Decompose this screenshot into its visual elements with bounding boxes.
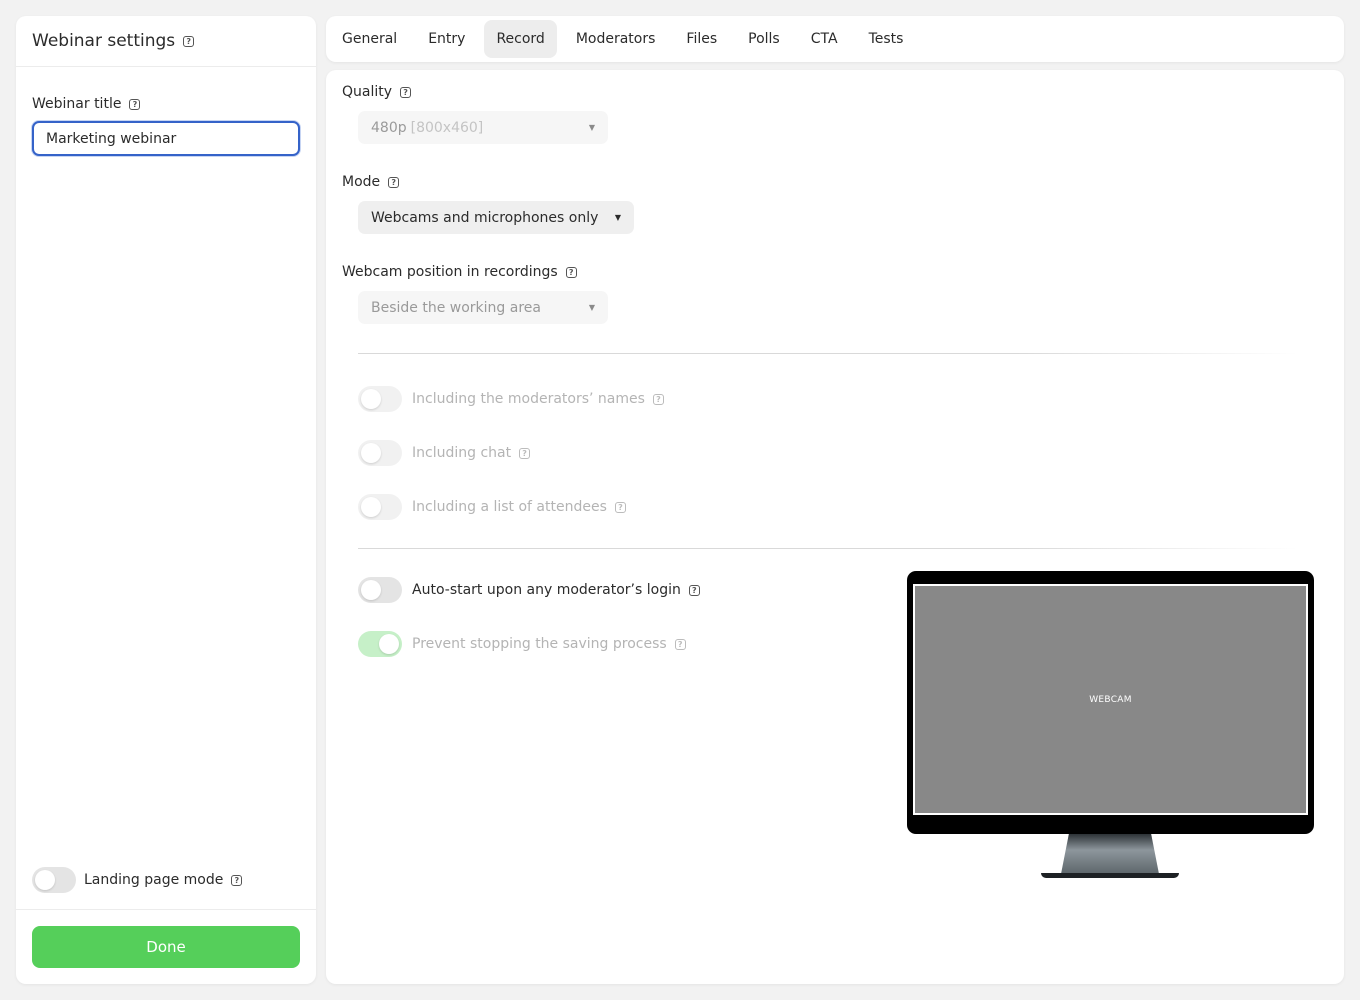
webinar-title-label: Webinar title <box>32 96 122 112</box>
include-moderators-names-label: Including the moderators’ names <box>412 391 645 407</box>
tab-moderators[interactable]: Moderators <box>564 20 668 58</box>
tab-polls[interactable]: Polls <box>736 20 792 58</box>
record-settings-panel: Quality ? 480p [800x460] ▼ Mode ? Webcams… <box>326 70 1344 984</box>
tab-general[interactable]: General <box>330 20 409 58</box>
help-icon[interactable]: ? <box>388 176 400 188</box>
include-attendees-list-row: Including a list of attendees ? <box>358 494 626 520</box>
caret-down-icon: ▼ <box>588 303 595 312</box>
help-icon[interactable]: ? <box>688 584 700 596</box>
autostart-row: Auto-start upon any moderator’s login ? <box>358 577 700 603</box>
divider <box>16 909 316 910</box>
settings-sidebar: Webinar settings ? Webinar title ? Landi… <box>16 16 316 984</box>
settings-tabs: General Entry Record Moderators Files Po… <box>326 16 1344 62</box>
autostart-label: Auto-start upon any moderator’s login <box>412 582 681 598</box>
divider <box>358 548 1298 549</box>
divider <box>358 353 1298 354</box>
webcam-position-select[interactable]: Beside the working area ▼ <box>358 291 608 324</box>
monitor-stand <box>1061 834 1159 874</box>
webcam-position-label-row: Webcam position in recordings ? <box>342 264 577 280</box>
toggle-knob <box>361 443 381 463</box>
include-chat-label: Including chat <box>412 445 512 461</box>
help-icon[interactable]: ? <box>652 393 664 405</box>
webcam-position-value: Beside the working area <box>371 299 541 316</box>
sidebar-title: Webinar settings <box>32 31 176 51</box>
toggle-knob <box>379 634 399 654</box>
prevent-stop-row: Prevent stopping the saving process ? <box>358 631 686 657</box>
monitor-base <box>1041 873 1179 878</box>
help-icon[interactable]: ? <box>674 638 686 650</box>
mode-label-row: Mode ? <box>342 174 400 190</box>
quality-value: 480p <box>371 119 407 136</box>
help-icon[interactable]: ? <box>129 98 141 110</box>
quality-label: Quality <box>342 84 393 100</box>
quality-resolution: [800x460] <box>410 119 484 136</box>
toggle-knob <box>361 389 381 409</box>
toggle-knob <box>361 580 381 600</box>
tab-files[interactable]: Files <box>674 20 729 58</box>
tab-tests[interactable]: Tests <box>857 20 916 58</box>
webcam-preview-screen: WEBCAM <box>913 584 1308 815</box>
help-icon[interactable]: ? <box>519 447 531 459</box>
webcam-preview-label: WEBCAM <box>1089 694 1132 705</box>
quality-select-value: 480p [800x460] <box>371 120 483 136</box>
include-moderators-names-toggle[interactable] <box>358 386 402 412</box>
help-icon[interactable]: ? <box>400 86 412 98</box>
include-chat-row: Including chat ? <box>358 440 531 466</box>
landing-page-mode-label: Landing page mode <box>84 872 224 888</box>
quality-select[interactable]: 480p [800x460] ▼ <box>358 111 608 144</box>
quality-label-row: Quality ? <box>342 84 412 100</box>
tab-entry[interactable]: Entry <box>416 20 477 58</box>
help-icon[interactable]: ? <box>565 266 577 278</box>
sidebar-header: Webinar settings ? <box>16 16 316 67</box>
mode-select-value: Webcams and microphones only <box>371 209 599 226</box>
autostart-toggle[interactable] <box>358 577 402 603</box>
include-attendees-list-label: Including a list of attendees <box>412 499 607 515</box>
toggle-knob <box>35 870 55 890</box>
help-icon[interactable]: ? <box>231 874 243 886</box>
tab-cta[interactable]: CTA <box>799 20 850 58</box>
toggle-knob <box>361 497 381 517</box>
done-button[interactable]: Done <box>32 926 300 968</box>
webinar-title-label-row: Webinar title ? <box>32 96 141 112</box>
prevent-stop-label: Prevent stopping the saving process <box>412 636 667 652</box>
landing-page-mode-toggle[interactable] <box>32 867 76 893</box>
include-chat-toggle[interactable] <box>358 440 402 466</box>
webinar-title-input[interactable] <box>32 121 300 156</box>
help-icon[interactable]: ? <box>183 35 195 47</box>
include-moderators-names-row: Including the moderators’ names ? <box>358 386 664 412</box>
tab-record[interactable]: Record <box>484 20 557 58</box>
webcam-position-label: Webcam position in recordings <box>342 264 558 280</box>
help-icon[interactable]: ? <box>614 501 626 513</box>
caret-down-icon: ▼ <box>588 123 595 132</box>
prevent-stop-toggle[interactable] <box>358 631 402 657</box>
caret-down-icon: ▼ <box>614 213 621 222</box>
landing-page-mode-row: Landing page mode ? <box>32 867 243 893</box>
recording-preview-monitor: WEBCAM <box>907 571 1314 834</box>
mode-label: Mode <box>342 174 381 190</box>
include-attendees-list-toggle[interactable] <box>358 494 402 520</box>
mode-select[interactable]: Webcams and microphones only ▼ <box>358 201 634 234</box>
